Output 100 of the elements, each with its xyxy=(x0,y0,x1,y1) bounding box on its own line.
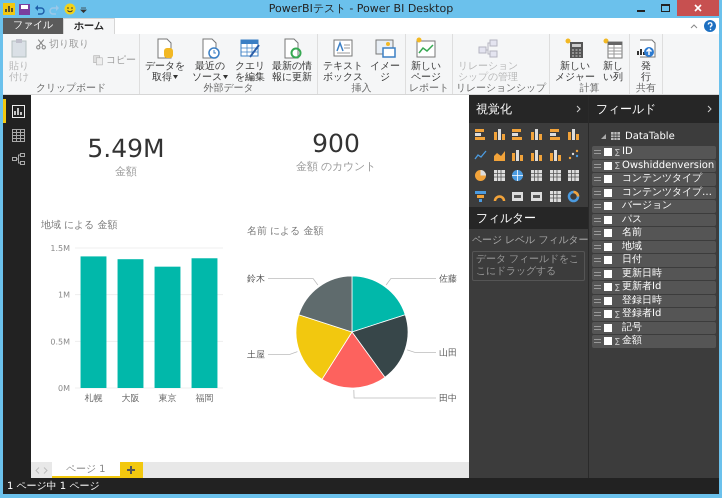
ribbon-button[interactable]: 新しい ページ xyxy=(409,37,443,83)
field-item[interactable]: 登録者Id xyxy=(592,308,716,320)
model-view-icon xyxy=(12,152,25,166)
field-checkbox[interactable] xyxy=(604,283,612,292)
column-chart-icon[interactable] xyxy=(548,148,562,162)
page-tab[interactable]: ページ 1 xyxy=(52,462,120,478)
table-node[interactable]: DataTable xyxy=(589,126,719,146)
field-item[interactable]: 地域 xyxy=(592,240,716,253)
column-chart-icon[interactable] xyxy=(492,128,506,141)
table-icon[interactable] xyxy=(492,169,506,182)
drag-handle-icon xyxy=(594,326,601,330)
field-item[interactable]: Owshiddenversion xyxy=(592,160,716,172)
field-checkbox[interactable] xyxy=(604,202,612,210)
ribbon-button[interactable]: 最近の ソース xyxy=(190,37,230,83)
undo-icon[interactable] xyxy=(34,4,45,14)
field-checkbox[interactable] xyxy=(604,256,612,264)
ribbon-button[interactable]: テキスト ボックス xyxy=(321,37,365,83)
field-checkbox[interactable] xyxy=(604,216,612,224)
area-chart-icon[interactable] xyxy=(492,148,506,162)
field-checkbox[interactable] xyxy=(604,242,612,251)
ribbon-button[interactable]: クエリ を編集 xyxy=(233,37,267,83)
leader-line xyxy=(386,278,436,286)
bar-chart-icon[interactable] xyxy=(474,128,487,141)
field-item[interactable]: 記号 xyxy=(592,322,716,334)
close-button[interactable] xyxy=(677,0,719,16)
globe-icon[interactable] xyxy=(511,169,524,182)
smiley-icon[interactable] xyxy=(64,3,76,15)
table-icon[interactable] xyxy=(530,169,543,182)
line-chart-icon[interactable] xyxy=(474,148,487,162)
table-icon[interactable] xyxy=(548,169,562,182)
field-item[interactable]: コンテンツタイプ… xyxy=(592,186,716,199)
pie-chart-icon[interactable] xyxy=(474,169,487,182)
ribbon-button[interactable]: データを 取得 xyxy=(143,37,187,83)
field-checkbox[interactable] xyxy=(604,229,612,238)
column-chart-icon[interactable] xyxy=(511,148,524,162)
chart-title: 名前 による 金額 xyxy=(247,226,324,238)
ribbon-button[interactable]: 発 行 xyxy=(633,37,659,83)
field-checkbox[interactable] xyxy=(604,175,612,184)
bar-chart-icon[interactable] xyxy=(548,128,562,141)
column-chart-icon[interactable] xyxy=(530,148,543,162)
ribbon-tab[interactable]: ホーム xyxy=(63,18,115,34)
field-item[interactable]: パス xyxy=(592,214,716,226)
expand-pane-icon[interactable] xyxy=(576,105,581,113)
table-icon[interactable] xyxy=(548,190,562,202)
pie-label: 土屋 xyxy=(247,350,265,360)
pie-slice xyxy=(352,276,406,332)
column-chart-icon[interactable] xyxy=(567,128,580,141)
field-checkbox[interactable] xyxy=(604,310,612,318)
field-item[interactable]: 日付 xyxy=(592,254,716,266)
field-checkbox[interactable] xyxy=(604,162,612,170)
field-item[interactable]: ID xyxy=(592,146,716,158)
drag-handle-icon xyxy=(594,231,601,236)
ribbon-button[interactable]: 最新の情 報に更新 xyxy=(270,37,314,83)
help-icon[interactable] xyxy=(704,20,716,32)
scatter-chart-icon[interactable] xyxy=(567,148,580,162)
funnel-icon[interactable] xyxy=(474,190,487,202)
field-item[interactable]: 更新者Id xyxy=(592,281,716,294)
field-item[interactable]: 名前 xyxy=(592,227,716,240)
ribbon-button[interactable]: 新しい メジャー xyxy=(553,37,597,83)
axis-tick-label: 1.5M xyxy=(50,244,70,253)
axis-category-label: 大阪 xyxy=(122,394,140,403)
collapse-ribbon-icon[interactable] xyxy=(690,23,698,29)
add-page-button[interactable] xyxy=(120,462,143,478)
card-icon[interactable] xyxy=(530,190,543,202)
drag-handle-icon xyxy=(594,204,601,208)
scissors-icon xyxy=(35,38,47,50)
drag-handle-icon xyxy=(594,244,601,249)
group-label: 計算 xyxy=(578,83,600,95)
save-icon[interactable] xyxy=(19,4,30,14)
ribbon-button[interactable]: イメー ジ xyxy=(368,37,402,83)
drag-handle-icon xyxy=(594,218,601,222)
filter-drop-zone[interactable]: データ フィールドをここにドラッグする xyxy=(472,251,585,281)
field-checkbox[interactable] xyxy=(604,337,612,346)
field-item[interactable]: 更新日時 xyxy=(592,268,716,280)
field-checkbox[interactable] xyxy=(604,270,612,278)
drag-handle-icon xyxy=(594,285,601,290)
expand-pane-icon[interactable] xyxy=(707,105,712,113)
ribbon-button[interactable]: 新し い列 xyxy=(600,37,626,83)
field-item[interactable]: バージョン xyxy=(592,200,716,212)
field-checkbox[interactable] xyxy=(604,324,612,332)
dropdown-icon[interactable] xyxy=(80,6,87,12)
table-icon[interactable] xyxy=(567,169,580,182)
field-checkbox[interactable] xyxy=(604,148,612,156)
field-item[interactable]: コンテンツタイプ xyxy=(592,173,716,186)
field-item[interactable]: 金額 xyxy=(592,335,716,348)
status-text: 1 ページ中 1 ページ xyxy=(7,480,100,494)
pie-slice xyxy=(322,332,386,388)
maximize-icon xyxy=(660,4,670,12)
pane-title: フィールド xyxy=(596,101,656,118)
field-checkbox[interactable] xyxy=(604,188,612,197)
ribbon-tab[interactable]: ファイル xyxy=(3,18,63,34)
leader-line xyxy=(268,351,298,355)
axis-category-label: 札幌 xyxy=(84,394,102,403)
column-chart-icon[interactable] xyxy=(530,128,543,141)
field-checkbox[interactable] xyxy=(604,296,612,305)
pie-label: 山田 xyxy=(439,348,457,358)
donut-chart-icon[interactable] xyxy=(567,190,580,202)
card-icon[interactable] xyxy=(511,190,524,202)
field-item[interactable]: 登録日時 xyxy=(592,294,716,307)
bar-chart-icon[interactable] xyxy=(511,128,524,141)
